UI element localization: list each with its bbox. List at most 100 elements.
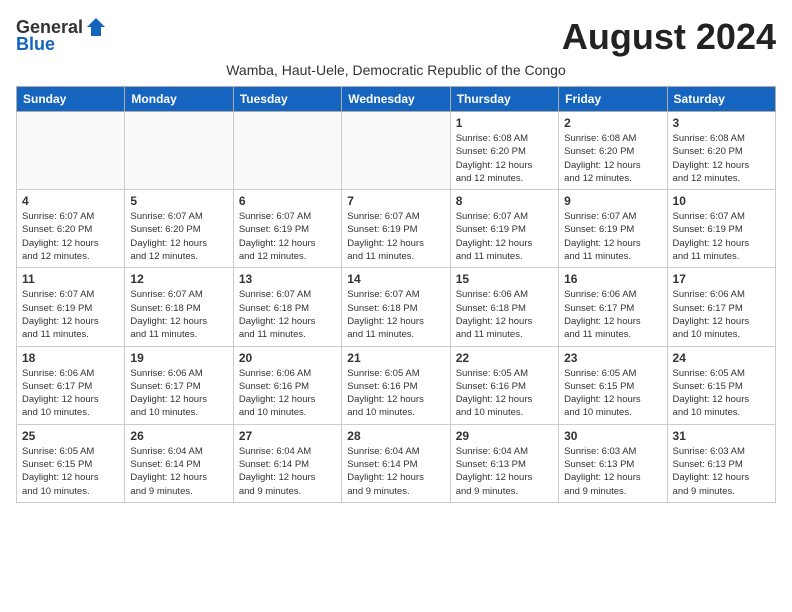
day-number: 3 — [673, 116, 770, 130]
day-number: 29 — [456, 429, 553, 443]
calendar-cell — [17, 112, 125, 190]
day-number: 30 — [564, 429, 661, 443]
day-info: Sunrise: 6:06 AM Sunset: 6:16 PM Dayligh… — [239, 367, 336, 420]
day-info: Sunrise: 6:06 AM Sunset: 6:17 PM Dayligh… — [564, 288, 661, 341]
subtitle: Wamba, Haut-Uele, Democratic Republic of… — [16, 62, 776, 78]
day-info: Sunrise: 6:08 AM Sunset: 6:20 PM Dayligh… — [456, 132, 553, 185]
calendar-cell: 27 Sunrise: 6:04 AM Sunset: 6:14 PM Dayli… — [233, 424, 341, 502]
day-info: Sunrise: 6:07 AM Sunset: 6:20 PM Dayligh… — [130, 210, 227, 263]
day-info: Sunrise: 6:07 AM Sunset: 6:18 PM Dayligh… — [239, 288, 336, 341]
calendar-cell: 10 Sunrise: 6:07 AM Sunset: 6:19 PM Dayli… — [667, 190, 775, 268]
day-info: Sunrise: 6:07 AM Sunset: 6:19 PM Dayligh… — [673, 210, 770, 263]
day-number: 22 — [456, 351, 553, 365]
day-info: Sunrise: 6:04 AM Sunset: 6:14 PM Dayligh… — [239, 445, 336, 498]
weekday-header-saturday: Saturday — [667, 87, 775, 112]
day-info: Sunrise: 6:07 AM Sunset: 6:19 PM Dayligh… — [22, 288, 119, 341]
month-year-title: August 2024 — [562, 16, 776, 58]
calendar-cell: 19 Sunrise: 6:06 AM Sunset: 6:17 PM Dayli… — [125, 346, 233, 424]
calendar-cell: 8 Sunrise: 6:07 AM Sunset: 6:19 PM Daylig… — [450, 190, 558, 268]
day-info: Sunrise: 6:07 AM Sunset: 6:19 PM Dayligh… — [456, 210, 553, 263]
calendar-cell: 24 Sunrise: 6:05 AM Sunset: 6:15 PM Dayli… — [667, 346, 775, 424]
day-info: Sunrise: 6:06 AM Sunset: 6:18 PM Dayligh… — [456, 288, 553, 341]
calendar-cell: 31 Sunrise: 6:03 AM Sunset: 6:13 PM Dayli… — [667, 424, 775, 502]
calendar-cell: 11 Sunrise: 6:07 AM Sunset: 6:19 PM Dayli… — [17, 268, 125, 346]
day-number: 27 — [239, 429, 336, 443]
logo-icon — [85, 16, 107, 38]
day-number: 15 — [456, 272, 553, 286]
day-number: 9 — [564, 194, 661, 208]
day-number: 13 — [239, 272, 336, 286]
day-info: Sunrise: 6:08 AM Sunset: 6:20 PM Dayligh… — [564, 132, 661, 185]
day-number: 19 — [130, 351, 227, 365]
day-info: Sunrise: 6:06 AM Sunset: 6:17 PM Dayligh… — [673, 288, 770, 341]
day-info: Sunrise: 6:06 AM Sunset: 6:17 PM Dayligh… — [22, 367, 119, 420]
day-info: Sunrise: 6:04 AM Sunset: 6:14 PM Dayligh… — [130, 445, 227, 498]
day-number: 14 — [347, 272, 444, 286]
day-number: 1 — [456, 116, 553, 130]
day-number: 20 — [239, 351, 336, 365]
day-info: Sunrise: 6:06 AM Sunset: 6:17 PM Dayligh… — [130, 367, 227, 420]
calendar-cell: 5 Sunrise: 6:07 AM Sunset: 6:20 PM Daylig… — [125, 190, 233, 268]
calendar-cell: 3 Sunrise: 6:08 AM Sunset: 6:20 PM Daylig… — [667, 112, 775, 190]
calendar-cell: 23 Sunrise: 6:05 AM Sunset: 6:15 PM Dayli… — [559, 346, 667, 424]
calendar-cell: 18Sunrise: 6:06 AM Sunset: 6:17 PM Dayli… — [17, 346, 125, 424]
calendar-cell: 17 Sunrise: 6:06 AM Sunset: 6:17 PM Dayli… — [667, 268, 775, 346]
calendar-cell: 1 Sunrise: 6:08 AM Sunset: 6:20 PM Daylig… — [450, 112, 558, 190]
day-number: 5 — [130, 194, 227, 208]
day-number: 17 — [673, 272, 770, 286]
day-info: Sunrise: 6:07 AM Sunset: 6:19 PM Dayligh… — [564, 210, 661, 263]
day-info: Sunrise: 6:05 AM Sunset: 6:16 PM Dayligh… — [347, 367, 444, 420]
day-info: Sunrise: 6:03 AM Sunset: 6:13 PM Dayligh… — [673, 445, 770, 498]
day-info: Sunrise: 6:05 AM Sunset: 6:15 PM Dayligh… — [22, 445, 119, 498]
logo-blue-text: Blue — [16, 34, 55, 55]
weekday-header-thursday: Thursday — [450, 87, 558, 112]
calendar-cell: 13 Sunrise: 6:07 AM Sunset: 6:18 PM Dayli… — [233, 268, 341, 346]
day-number: 24 — [673, 351, 770, 365]
day-number: 7 — [347, 194, 444, 208]
day-info: Sunrise: 6:07 AM Sunset: 6:20 PM Dayligh… — [22, 210, 119, 263]
day-number: 25 — [22, 429, 119, 443]
calendar-cell: 7 Sunrise: 6:07 AM Sunset: 6:19 PM Daylig… — [342, 190, 450, 268]
header: General Blue August 2024 — [16, 16, 776, 58]
day-number: 12 — [130, 272, 227, 286]
day-number: 21 — [347, 351, 444, 365]
day-number: 11 — [22, 272, 119, 286]
weekday-header-friday: Friday — [559, 87, 667, 112]
calendar-cell: 15 Sunrise: 6:06 AM Sunset: 6:18 PM Dayli… — [450, 268, 558, 346]
day-info: Sunrise: 6:05 AM Sunset: 6:15 PM Dayligh… — [673, 367, 770, 420]
calendar-cell: 29Sunrise: 6:04 AM Sunset: 6:13 PM Dayli… — [450, 424, 558, 502]
calendar-cell: 2 Sunrise: 6:08 AM Sunset: 6:20 PM Daylig… — [559, 112, 667, 190]
day-number: 28 — [347, 429, 444, 443]
day-info: Sunrise: 6:05 AM Sunset: 6:15 PM Dayligh… — [564, 367, 661, 420]
calendar-cell: 26 Sunrise: 6:04 AM Sunset: 6:14 PM Dayli… — [125, 424, 233, 502]
calendar-cell — [233, 112, 341, 190]
calendar-cell: 9 Sunrise: 6:07 AM Sunset: 6:19 PM Daylig… — [559, 190, 667, 268]
calendar-cell: 22Sunrise: 6:05 AM Sunset: 6:16 PM Dayli… — [450, 346, 558, 424]
calendar-cell: 30 Sunrise: 6:03 AM Sunset: 6:13 PM Dayli… — [559, 424, 667, 502]
day-number: 2 — [564, 116, 661, 130]
weekday-header-wednesday: Wednesday — [342, 87, 450, 112]
calendar-cell: 25 Sunrise: 6:05 AM Sunset: 6:15 PM Dayli… — [17, 424, 125, 502]
calendar-cell — [125, 112, 233, 190]
calendar-cell: 12Sunrise: 6:07 AM Sunset: 6:18 PM Dayli… — [125, 268, 233, 346]
calendar-cell: 21 Sunrise: 6:05 AM Sunset: 6:16 PM Dayli… — [342, 346, 450, 424]
day-info: Sunrise: 6:07 AM Sunset: 6:19 PM Dayligh… — [347, 210, 444, 263]
calendar-cell — [342, 112, 450, 190]
weekday-header-sunday: Sunday — [17, 87, 125, 112]
day-number: 16 — [564, 272, 661, 286]
day-number: 31 — [673, 429, 770, 443]
day-info: Sunrise: 6:03 AM Sunset: 6:13 PM Dayligh… — [564, 445, 661, 498]
weekday-header-monday: Monday — [125, 87, 233, 112]
day-number: 6 — [239, 194, 336, 208]
weekday-header-tuesday: Tuesday — [233, 87, 341, 112]
day-info: Sunrise: 6:08 AM Sunset: 6:20 PM Dayligh… — [673, 132, 770, 185]
calendar-cell: 14Sunrise: 6:07 AM Sunset: 6:18 PM Dayli… — [342, 268, 450, 346]
day-number: 8 — [456, 194, 553, 208]
day-info: Sunrise: 6:07 AM Sunset: 6:19 PM Dayligh… — [239, 210, 336, 263]
calendar-cell: 20 Sunrise: 6:06 AM Sunset: 6:16 PM Dayli… — [233, 346, 341, 424]
logo: General Blue — [16, 16, 107, 55]
calendar-table: SundayMondayTuesdayWednesdayThursdayFrid… — [16, 86, 776, 503]
day-number: 23 — [564, 351, 661, 365]
day-number: 10 — [673, 194, 770, 208]
day-number: 26 — [130, 429, 227, 443]
